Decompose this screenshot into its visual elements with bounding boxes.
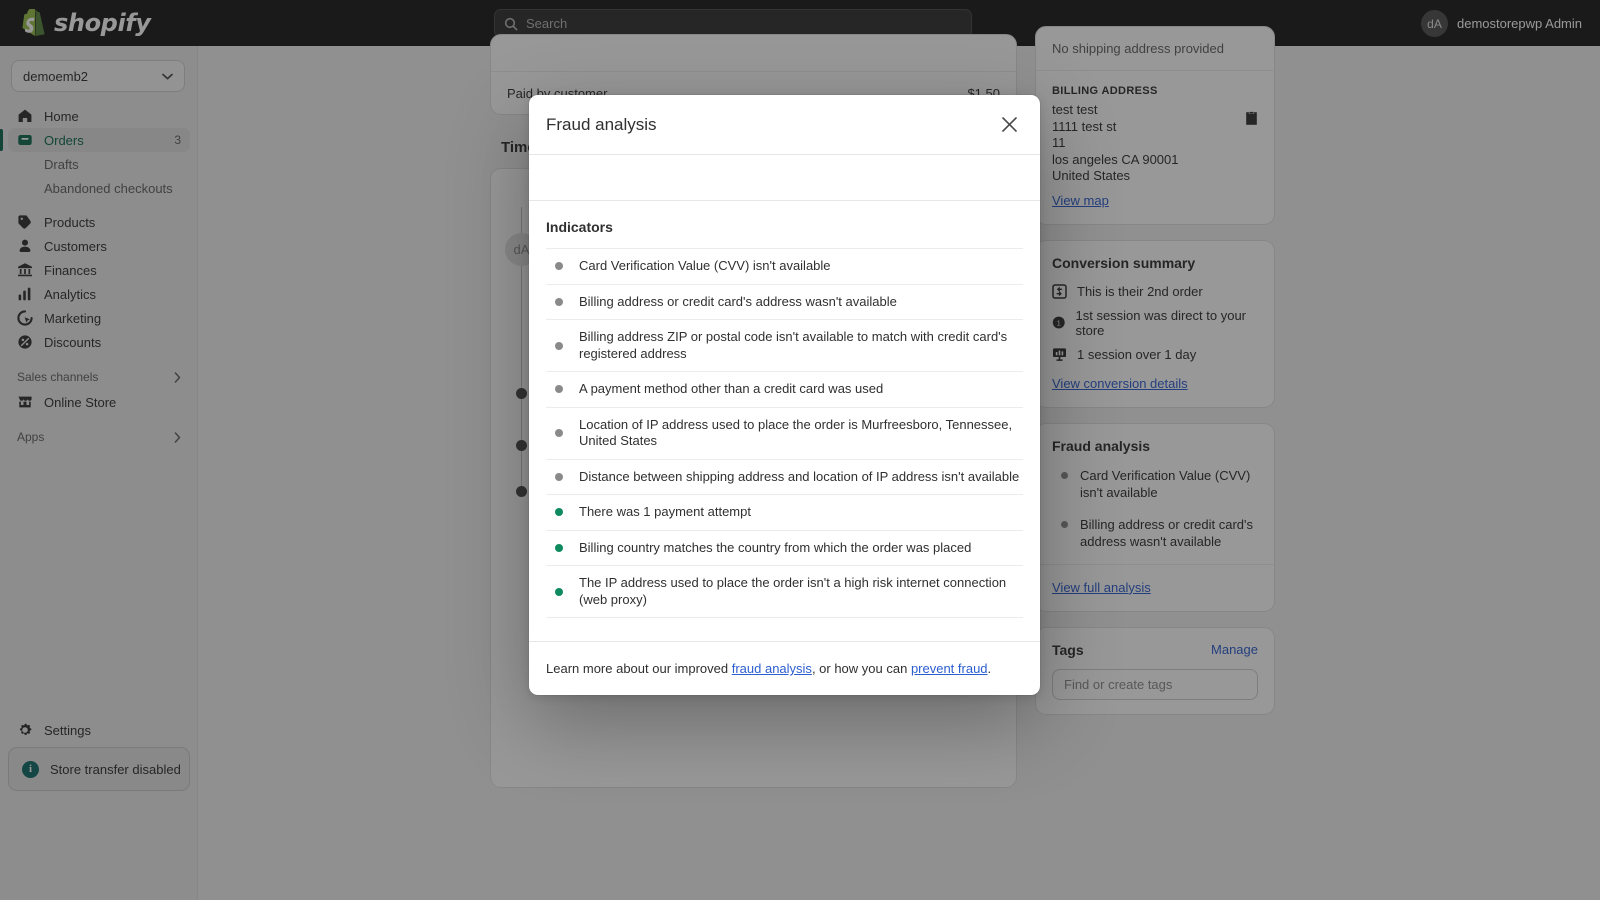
indicator-text: Distance between shipping address and lo… <box>579 468 1020 484</box>
indicators-section: Indicators Card Verification Value (CVV)… <box>529 201 1040 618</box>
indicator-dot-neutral <box>555 297 563 306</box>
indicators-title: Indicators <box>546 219 613 235</box>
indicator-dot-neutral <box>555 429 563 437</box>
indicator-row: There was 1 payment attempt <box>546 494 1023 530</box>
indicator-text: A payment method other than a credit car… <box>579 381 884 396</box>
indicator-text: The IP address used to place the order i… <box>579 575 1007 607</box>
indicator-dot-neutral <box>555 262 563 271</box>
footer-suffix: . <box>987 661 992 676</box>
indicator-text: Billing address or credit card's address… <box>579 293 897 309</box>
indicator-dot-neutral <box>555 472 563 481</box>
shopify-admin-page: shopify Search dA demostorepwp Admin dem… <box>0 0 1600 900</box>
indicator-row: Billing address ZIP or postal code isn't… <box>546 319 1023 371</box>
indicator-text: Billing address ZIP or postal code isn't… <box>579 329 1008 361</box>
indicator-text: Card Verification Value (CVV) isn't avai… <box>579 258 831 273</box>
indicator-row: The IP address used to place the order i… <box>546 565 1023 618</box>
indicator-row: Location of IP address used to place the… <box>546 406 1023 459</box>
modal-title: Fraud analysis <box>546 114 657 134</box>
indicator-text: Location of IP address used to place the… <box>579 416 1013 449</box>
indicator-text: There was 1 payment attempt <box>579 504 751 519</box>
fraud-analysis-modal: Fraud analysis Indicators Card Verificat… <box>529 95 1040 695</box>
indicator-dot-good <box>555 508 563 517</box>
indicator-row: Billing address or credit card's address… <box>546 283 1023 320</box>
close-icon <box>1001 117 1017 132</box>
indicator-row: Card Verification Value (CVV) isn't avai… <box>546 248 1023 284</box>
additional-information-section: Additional information This order was pl… <box>529 618 1040 641</box>
indicator-dot-good <box>555 587 563 596</box>
footer-prefix: Learn more about our improved <box>546 661 732 676</box>
fraud-analysis-link[interactable]: fraud analysis <box>732 661 812 676</box>
modal-footer: Learn more about our improved fraud anal… <box>529 641 1040 695</box>
close-button[interactable] <box>995 111 1023 139</box>
indicator-row: Billing country matches the country from… <box>546 529 1023 566</box>
modal-body: Indicators Card Verification Value (CVV)… <box>529 201 1040 641</box>
modal-score-band <box>529 155 1040 201</box>
footer-middle: , or how you can <box>811 661 911 676</box>
indicator-dot-good <box>555 543 563 552</box>
indicator-row: A payment method other than a credit car… <box>546 371 1023 407</box>
indicator-dot-neutral <box>555 341 563 350</box>
indicator-text: Billing country matches the country from… <box>579 539 972 555</box>
modal-header: Fraud analysis <box>529 95 1040 155</box>
prevent-fraud-link[interactable]: prevent fraud <box>911 661 988 676</box>
indicator-row: Distance between shipping address and lo… <box>546 458 1023 495</box>
footer-learn-more: Learn more about our improved fraud anal… <box>546 661 991 676</box>
indicator-dot-neutral <box>555 385 563 394</box>
